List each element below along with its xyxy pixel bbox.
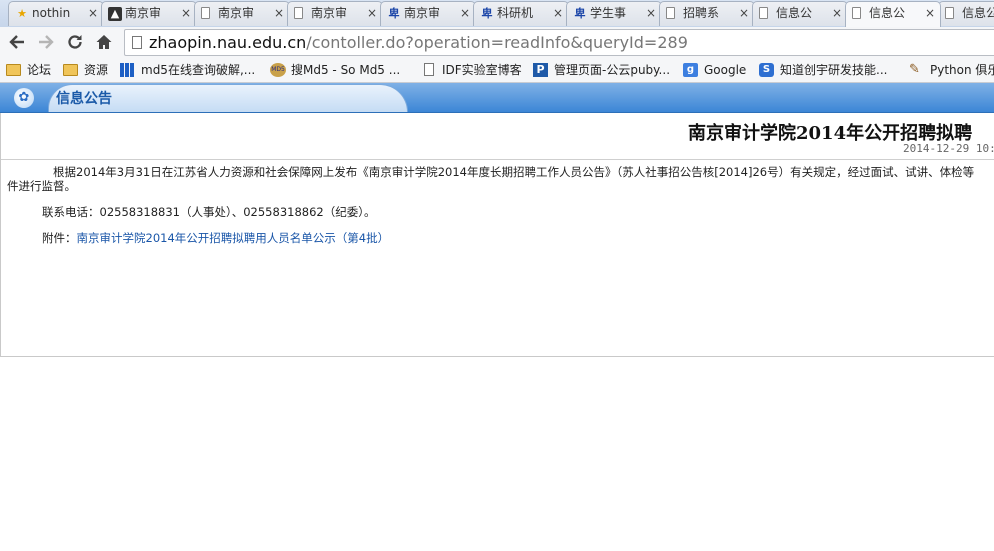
tab-title: 科研机 <box>497 6 534 20</box>
close-tab-icon[interactable]: × <box>88 2 98 25</box>
tab-2[interactable]: ▲ 南京审 × <box>101 1 197 26</box>
tab-9[interactable]: 信息公 × <box>752 1 848 26</box>
gear-badge-icon: ✿ <box>14 88 34 108</box>
forward-icon[interactable] <box>35 30 57 54</box>
close-tab-icon[interactable]: × <box>739 2 749 25</box>
s-icon: S <box>759 63 774 77</box>
attachment-row: 附件：南京审计学院2014年公开招聘拟聘用人员名单公示（第4批） <box>7 231 994 245</box>
page-icon <box>852 7 861 19</box>
nau-logo-icon: 卑 <box>481 7 493 20</box>
close-tab-icon[interactable]: × <box>367 2 377 25</box>
p-icon: P <box>533 63 548 77</box>
reload-icon[interactable] <box>64 30 86 54</box>
section-header-bar: ✿ 信息公告 <box>0 83 994 113</box>
url-path: /contoller.do?operation=readInfo&queryId… <box>306 33 688 52</box>
contact-info: 联系电话：02558318831（人事处）、02558318862（纪委）。 <box>42 205 376 219</box>
folder-icon <box>63 64 78 76</box>
google-icon: g <box>683 63 698 77</box>
star-icon: ★ <box>17 7 27 20</box>
bookmark-label: 管理页面-公云puby... <box>554 63 671 77</box>
tab-7[interactable]: 卑 学生事 × <box>566 1 662 26</box>
back-icon[interactable] <box>6 30 28 54</box>
site-dark-icon: ▲ <box>108 7 122 21</box>
tab-6[interactable]: 卑 科研机 × <box>473 1 569 26</box>
close-tab-icon[interactable]: × <box>274 2 284 25</box>
tab-title: 南京审 <box>125 6 162 20</box>
page-icon <box>201 7 210 19</box>
article-body: 根据2014年3月31日在江苏省人力资源和社会保障网上发布《南京审计学院2014… <box>7 165 994 245</box>
grid-icon <box>120 63 134 77</box>
page-icon <box>666 7 675 19</box>
bookmarks-bar: 论坛 资源 md5在线查询破解,... MD5 搜Md5 - So Md5 ..… <box>0 58 994 83</box>
folder-icon <box>6 64 21 76</box>
article-panel: 南京审计学院2014年公开招聘拟聘 2014-12-29 10:20 根据201… <box>0 113 994 357</box>
bookmark-label: 搜Md5 - So Md5 ... <box>291 63 401 77</box>
url-text[interactable]: zhaopin.nau.edu.cn/contoller.do?operatio… <box>149 33 688 52</box>
tab-title: 信息公 <box>776 6 813 20</box>
browser-toolbar: zhaopin.nau.edu.cn/contoller.do?operatio… <box>0 27 994 58</box>
tab-strip: ★ nothin × ▲ 南京审 × 南京审 × 南京审 × 卑 南京审 × 卑… <box>0 0 994 27</box>
tab-1[interactable]: ★ nothin × <box>8 1 104 26</box>
tab-8[interactable]: 招聘系 × <box>659 1 755 26</box>
close-tab-icon[interactable]: × <box>460 2 470 25</box>
tab-title: 招聘系 <box>683 6 720 20</box>
attachment-link[interactable]: 南京审计学院2014年公开招聘拟聘用人员名单公示（第4批） <box>77 231 390 245</box>
tab-title: 南京审 <box>404 6 441 20</box>
close-tab-icon[interactable]: × <box>646 2 656 25</box>
tab-title: 南京审 <box>311 6 348 20</box>
tab-3[interactable]: 南京审 × <box>194 1 290 26</box>
bookmark-label: 资源 <box>84 63 109 77</box>
tab-title: 信息公 <box>869 6 906 20</box>
bookmark-label: IDF实验室博客 <box>442 63 522 77</box>
article-date: 2014-12-29 10:20 <box>903 142 994 155</box>
divider <box>1 159 994 160</box>
page-icon <box>759 7 768 19</box>
attachment-label: 附件： <box>42 231 77 245</box>
bookmark-label: md5在线查询破解,... <box>141 63 256 77</box>
bookmark-label: 论坛 <box>27 63 52 77</box>
md5-icon: MD5 <box>270 63 286 77</box>
page-icon <box>294 7 303 19</box>
paragraph-line-2: 件进行监督。 <box>7 179 76 193</box>
tab-title: nothin <box>32 6 71 20</box>
tab-11[interactable]: 信息公 × <box>938 1 994 26</box>
home-icon[interactable] <box>93 30 115 54</box>
tab-title: 信息公 <box>962 6 994 20</box>
nau-logo-icon: 卑 <box>574 7 586 20</box>
tab-title: 学生事 <box>590 6 627 20</box>
bookmark-label: Python 俱乐 <box>930 63 994 77</box>
page-icon <box>424 63 434 76</box>
tab-4[interactable]: 南京审 × <box>287 1 383 26</box>
bookmark-label: Google <box>704 63 747 77</box>
tab-title: 南京审 <box>218 6 255 20</box>
python-icon: ✎ <box>909 62 920 77</box>
tab-active[interactable]: 信息公 × <box>845 1 941 27</box>
page-icon <box>945 7 954 19</box>
article-paragraph: 根据2014年3月31日在江苏省人力资源和社会保障网上发布《南京审计学院2014… <box>7 165 994 179</box>
paragraph-line-1: 根据2014年3月31日在江苏省人力资源和社会保障网上发布《南京审计学院2014… <box>53 165 975 179</box>
url-host: zhaopin.nau.edu.cn <box>149 33 307 52</box>
bookmark-label: 知道创宇研发技能... <box>780 63 888 77</box>
tab-5[interactable]: 卑 南京审 × <box>380 1 476 26</box>
close-tab-icon[interactable]: × <box>553 2 563 25</box>
section-title: 信息公告 <box>56 91 112 107</box>
nau-logo-icon: 卑 <box>388 7 400 20</box>
close-tab-icon[interactable]: × <box>181 2 191 25</box>
address-bar[interactable]: zhaopin.nau.edu.cn/contoller.do?operatio… <box>124 29 994 56</box>
close-tab-icon[interactable]: × <box>925 2 935 25</box>
close-tab-icon[interactable]: × <box>832 2 842 25</box>
page-icon <box>132 36 142 49</box>
